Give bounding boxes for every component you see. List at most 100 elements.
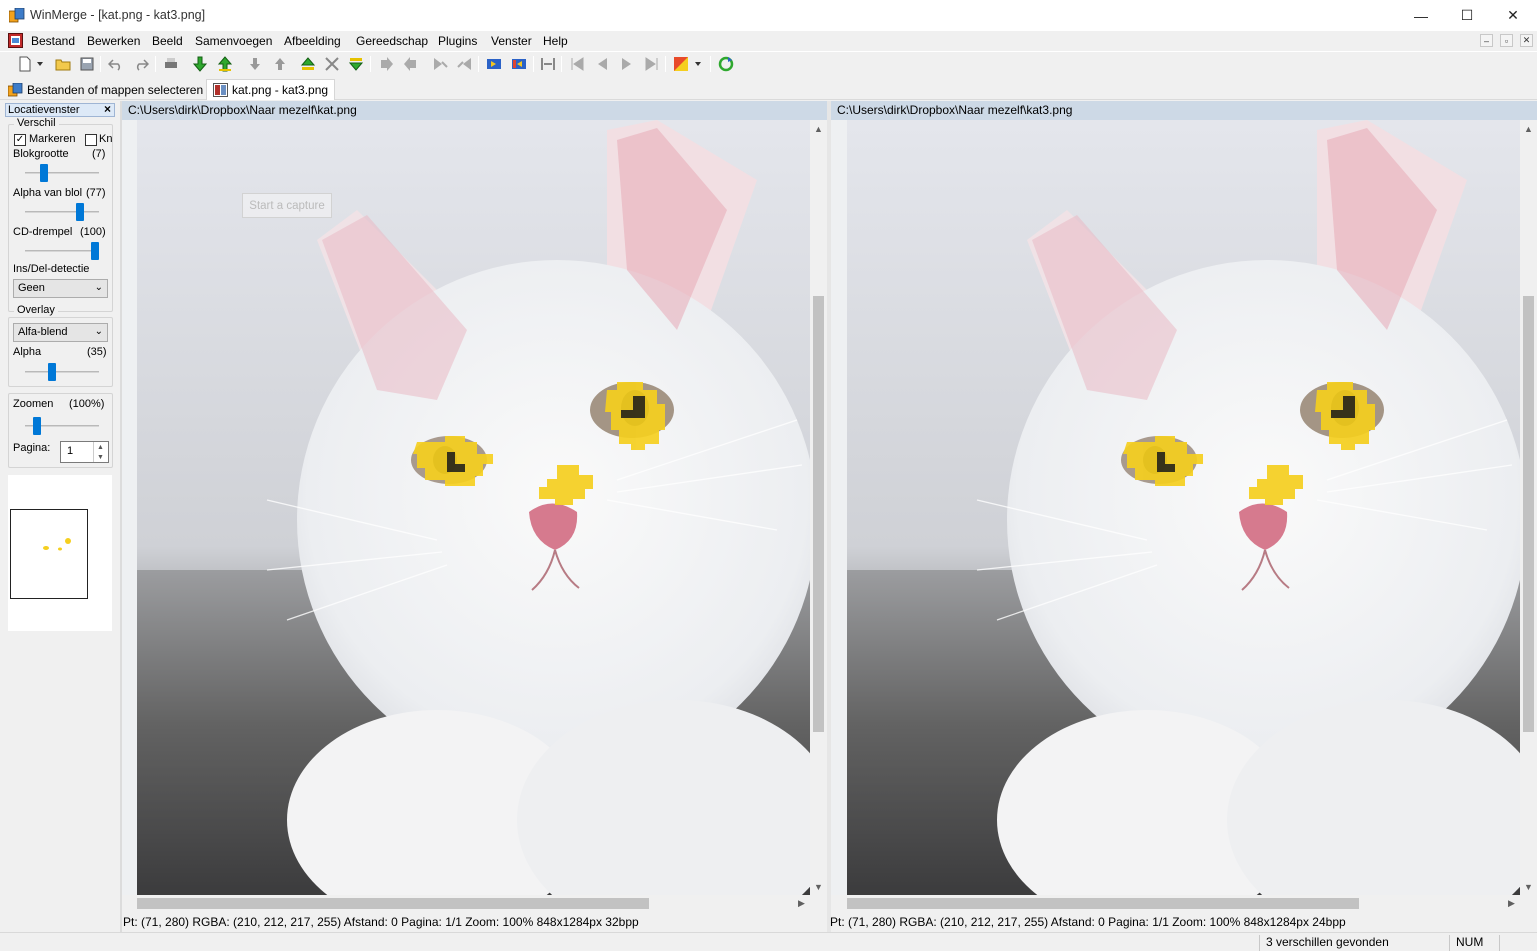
copy-all-right-icon[interactable] [484, 54, 504, 74]
insdel-select[interactable]: Geen ⌄ [13, 279, 108, 298]
alpha-slider[interactable] [25, 363, 99, 381]
copy-all-left-icon[interactable] [509, 54, 529, 74]
tab-strip: Bestanden of mappen selecteren kat.png -… [0, 77, 1537, 100]
first-diff-icon[interactable] [245, 54, 265, 74]
scroll-right-icon[interactable]: ▶ [1503, 895, 1520, 912]
left-image-area[interactable]: Start a capture [122, 120, 810, 895]
undo-icon[interactable] [106, 54, 126, 74]
open-folder-icon[interactable] [53, 54, 73, 74]
right-horizontal-scroll-thumb[interactable] [847, 898, 1359, 909]
blokgrootte-slider-thumb[interactable] [40, 164, 48, 182]
close-button[interactable]: ✕ [1490, 0, 1536, 31]
prev-diff-green-icon[interactable] [215, 54, 235, 74]
new-dropdown-chevron-icon[interactable] [34, 54, 46, 74]
scroll-down-icon[interactable]: ▼ [810, 878, 827, 895]
status-bar: 3 verschillen gevonden NUM [0, 932, 1537, 951]
kn-label: Kn [99, 133, 113, 145]
zoom-value: (100%) [69, 398, 105, 410]
right-vertical-scroll-thumb[interactable] [1523, 296, 1534, 732]
last-page-icon[interactable] [642, 54, 662, 74]
color-scheme-icon[interactable] [671, 54, 691, 74]
page-down-icon[interactable]: ▼ [93, 452, 107, 462]
chevron-down-icon: ⌄ [94, 326, 103, 337]
copy-right-advance-icon[interactable] [430, 54, 450, 74]
new-icon[interactable] [15, 54, 35, 74]
left-vertical-scrollbar[interactable]: ▲ ▼ [810, 120, 827, 895]
print-icon[interactable] [161, 54, 181, 74]
menu-samenvoegen[interactable]: Samenvoegen [195, 34, 272, 48]
status-num: NUM [1449, 935, 1499, 951]
last-green-icon[interactable] [346, 54, 366, 74]
right-image-area[interactable] [831, 120, 1520, 895]
prev-page-icon[interactable] [592, 54, 612, 74]
alpha-blok-value: (77) [86, 187, 106, 199]
menu-beeld[interactable]: Beeld [152, 34, 183, 48]
menu-plugins[interactable]: Plugins [438, 34, 477, 48]
menu-venster[interactable]: Venster [491, 34, 532, 48]
next-diff-green-icon[interactable] [190, 54, 210, 74]
last-diff-icon[interactable] [270, 54, 290, 74]
copy-right-icon[interactable] [376, 54, 396, 74]
mdi-close-button[interactable]: ✕ [1520, 34, 1533, 47]
overlay-select[interactable]: Alfa-blend ⌄ [13, 323, 108, 342]
image-compare-icon [213, 83, 228, 97]
alpha-blok-slider-thumb[interactable] [76, 203, 84, 221]
first-green-icon[interactable] [298, 54, 318, 74]
tab-select-files[interactable]: Bestanden of mappen selecteren [2, 79, 209, 100]
alpha-label: Alpha [13, 346, 42, 358]
start-capture-button[interactable]: Start a capture [242, 193, 332, 218]
toolbar [0, 51, 1537, 76]
blokgrootte-slider[interactable] [25, 164, 99, 182]
alpha-slider-thumb[interactable] [48, 363, 56, 381]
current-diff-icon[interactable] [322, 54, 342, 74]
copy-left-icon[interactable] [401, 54, 421, 74]
compare-icon[interactable] [538, 54, 558, 74]
kn-checkbox[interactable] [85, 134, 97, 146]
right-vertical-scrollbar[interactable]: ▲ ▼ [1520, 120, 1537, 895]
menu-help[interactable]: Help [543, 34, 568, 48]
tab-image-compare[interactable]: kat.png - kat3.png [206, 79, 336, 100]
chevron-down-icon: ⌄ [94, 282, 103, 293]
menu-bestand[interactable]: Bestand [31, 34, 75, 48]
menu-gereedschap[interactable]: Gereedschap [356, 34, 428, 48]
overview-thumbnail[interactable] [10, 509, 89, 600]
cd-drempel-slider-thumb[interactable] [91, 242, 99, 260]
alpha-blok-slider[interactable] [25, 203, 99, 221]
first-page-icon[interactable] [567, 54, 587, 74]
right-horizontal-scrollbar[interactable]: ▶ [831, 895, 1520, 912]
left-vertical-scroll-thumb[interactable] [813, 296, 824, 732]
status-differences: 3 verschillen gevonden [1259, 935, 1449, 951]
scroll-down-icon[interactable]: ▼ [1520, 878, 1537, 895]
scroll-right-icon[interactable]: ▶ [793, 895, 810, 912]
scroll-up-icon[interactable]: ▲ [810, 120, 827, 137]
maximize-button[interactable]: ☐ [1444, 0, 1490, 31]
markeren-checkbox[interactable]: ✓ [14, 134, 26, 146]
left-horizontal-scroll-thumb[interactable] [137, 898, 649, 909]
cd-drempel-value: (100) [80, 226, 106, 238]
mdi-restore-button[interactable]: ▫ [1500, 34, 1513, 47]
color-dropdown-chevron-icon[interactable] [692, 54, 704, 74]
menu-afbeelding[interactable]: Afbeelding [284, 34, 341, 48]
redo-icon[interactable] [131, 54, 151, 74]
cd-drempel-slider[interactable] [25, 242, 99, 260]
save-icon[interactable] [77, 54, 97, 74]
page-up-icon[interactable]: ▲ [93, 442, 107, 452]
winmerge-app-icon [9, 8, 25, 23]
location-pane-title: Locatievenster [5, 103, 115, 117]
zoom-slider-thumb[interactable] [33, 417, 41, 435]
right-cat-image[interactable] [847, 120, 1520, 895]
scroll-up-icon[interactable]: ▲ [1520, 120, 1537, 137]
copy-left-advance-icon[interactable] [455, 54, 475, 74]
next-page-icon[interactable] [617, 54, 637, 74]
left-horizontal-scrollbar[interactable]: ▶ [122, 895, 810, 912]
left-cat-image[interactable] [137, 120, 810, 895]
overview-panel[interactable] [8, 475, 112, 631]
minimize-button[interactable]: — [1398, 0, 1444, 31]
document-icon[interactable] [8, 33, 23, 48]
refresh-icon[interactable] [716, 54, 736, 74]
zoom-slider[interactable] [25, 417, 99, 435]
mdi-minimize-button[interactable]: – [1480, 34, 1493, 47]
location-pane-close-icon[interactable]: × [104, 102, 111, 116]
page-label: Pagina: [13, 442, 51, 454]
menu-bewerken[interactable]: Bewerken [87, 34, 140, 48]
